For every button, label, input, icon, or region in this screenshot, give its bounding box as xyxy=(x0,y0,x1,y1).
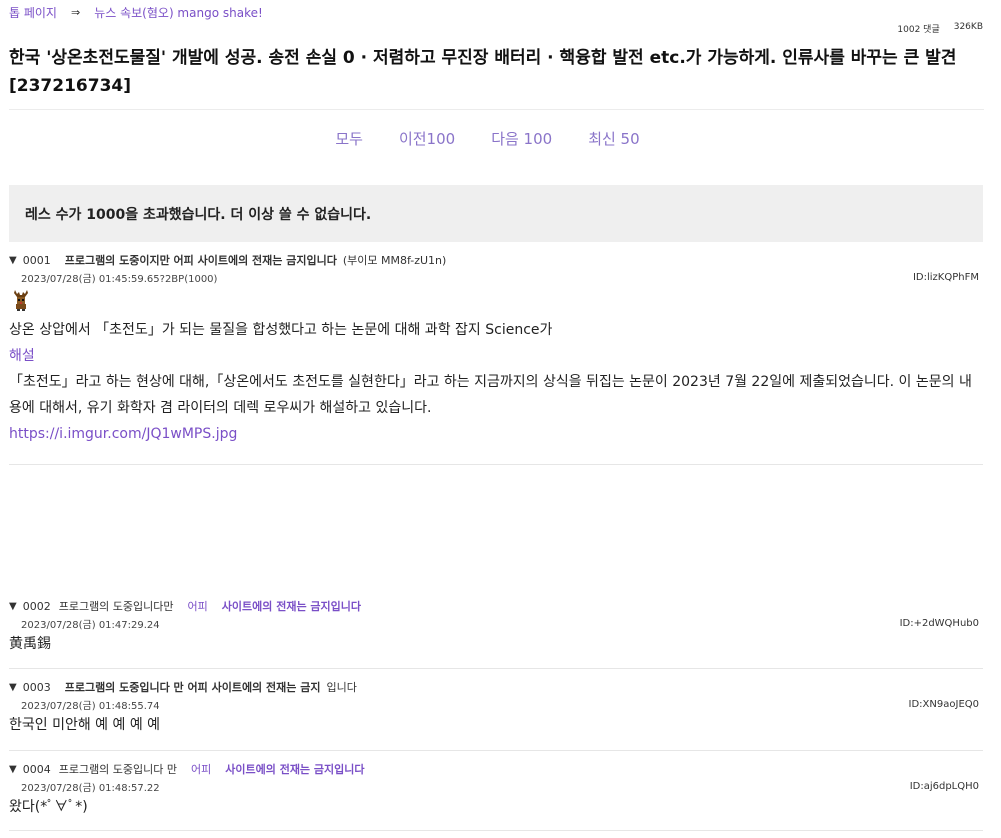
be-icon xyxy=(14,290,28,311)
post-date-row: 2023/07/28(금) 01:48:55.74 ID:XN9aoJEQ0 xyxy=(9,696,983,712)
post-date-row: 2023/07/28(금) 01:47:29.24 ID:+2dWQHub0 xyxy=(9,615,983,631)
pager-all-link[interactable]: 모두 xyxy=(335,128,363,149)
post-date: 2023/07/28(금) 01:47:29.24 xyxy=(21,619,160,631)
divider xyxy=(9,109,984,110)
top-page-link[interactable]: 톱 페이지 xyxy=(9,4,57,21)
post-date: 2023/07/28(금) 01:45:59.65?2BP(1000) xyxy=(21,273,218,285)
thread-size: 326KB xyxy=(953,22,983,32)
poster-id[interactable]: ID:XN9aoJEQ0 xyxy=(909,699,979,710)
expand-arrow-icon[interactable]: ▼ xyxy=(9,255,17,266)
post-date-row: 2023/07/28(금) 01:48:57.22 ID:aj6dpLQH0 xyxy=(9,778,983,794)
poster-name-tail: 입니다 xyxy=(326,681,357,694)
post-divider xyxy=(9,464,983,465)
post-body: 한국인 미안해 예 예 예 예 xyxy=(9,717,161,733)
pager: 모두 이전100 다음 100 최신 50 xyxy=(0,128,975,149)
poster-name-part: 사이트에의 전재는 금지입니다 xyxy=(221,600,361,613)
pager-next-link[interactable]: 다음 100 xyxy=(491,128,552,149)
top-nav: 톱 페이지 ⇒ 뉴스 속보(혐오) mango shake! xyxy=(0,0,1001,22)
post-number[interactable]: 0001 xyxy=(23,254,51,267)
board-link[interactable]: 뉴스 속보(혐오) mango shake! xyxy=(94,4,263,21)
poster-name: 프로그램의 도중이지만 어피 사이트에의 전재는 금지입니다 xyxy=(64,254,337,267)
post-number[interactable]: 0002 xyxy=(23,600,51,613)
image-link[interactable]: https://i.imgur.com/JQ1wMPS.jpg xyxy=(9,426,237,442)
closed-notice: 레스 수가 1000을 초과했습니다. 더 이상 쓸 수 없습니다. xyxy=(9,185,983,242)
poster-id[interactable]: ID:aj6dpLQH0 xyxy=(910,781,979,792)
post-divider xyxy=(9,668,983,669)
poster-id[interactable]: ID:lizKQPhFM xyxy=(913,272,979,283)
post-date: 2023/07/28(금) 01:48:57.22 xyxy=(21,782,160,794)
post-0002: ▼ 0002 프로그램의 도중입니다만 어피 사이트에의 전재는 금지입니다 2… xyxy=(9,597,983,657)
poster-name-part: 어피 xyxy=(187,600,208,613)
post-0004: ▼ 0004 프로그램의 도중입니다 만 어피 사이트에의 전재는 금지입니다 … xyxy=(9,760,983,820)
post-body: 왔다(*ﾟ∀ﾟ*) xyxy=(9,799,88,815)
post-number[interactable]: 0003 xyxy=(23,681,51,694)
post-divider xyxy=(9,750,983,751)
pager-prev-link[interactable]: 이전100 xyxy=(399,128,455,149)
post-divider xyxy=(9,830,983,831)
expand-arrow-icon[interactable]: ▼ xyxy=(9,601,17,612)
expand-arrow-icon[interactable]: ▼ xyxy=(9,764,17,775)
post-date: 2023/07/28(금) 01:48:55.74 xyxy=(21,700,160,712)
poster-name-part: 사이트에의 전재는 금지입니다 xyxy=(225,763,365,776)
post-header: ▼ 0002 프로그램의 도중입니다만 어피 사이트에의 전재는 금지입니다 xyxy=(9,597,983,615)
poster-name-part: 프로그램의 도중입니다 만 xyxy=(58,763,178,776)
comment-count: 1002 댓글 xyxy=(897,25,940,35)
poster-name-part: 어피 xyxy=(191,763,212,776)
post-body: 상온 상압에서 「초전도」가 되는 물질을 합성했다고 하는 논문에 대해 과학… xyxy=(9,317,983,447)
post-body: 黄禹錫 xyxy=(9,636,51,652)
post-text: 「초전도」라고 하는 현상에 대해,「상온에서도 초전도를 실현한다」라고 하는… xyxy=(9,374,972,416)
post-header: ▼ 0003 프로그램의 도중입니다 만 어피 사이트에의 전재는 금지 입니다 xyxy=(9,678,983,696)
post-0001: ▼ 0001 프로그램의 도중이지만 어피 사이트에의 전재는 금지입니다 (부… xyxy=(9,251,983,447)
thread-meta: 1002 댓글 326KB xyxy=(897,22,983,35)
breadcrumb-separator: ⇒ xyxy=(70,5,81,19)
poster-id[interactable]: ID:+2dWQHub0 xyxy=(900,618,979,629)
poster-name: 프로그램의 도중입니다 만 어피 사이트에의 전재는 금지 xyxy=(64,681,321,694)
post-header: ▼ 0001 프로그램의 도중이지만 어피 사이트에의 전재는 금지입니다 (부… xyxy=(9,251,983,269)
poster-name-part: 프로그램의 도중입니다만 xyxy=(58,600,174,613)
post-number[interactable]: 0004 xyxy=(23,763,51,776)
post-date-row: 2023/07/28(금) 01:45:59.65?2BP(1000) ID:l… xyxy=(9,269,983,285)
explanation-link[interactable]: 해설 xyxy=(9,348,35,364)
thread-title: 한국 '상온초전도물질' 개발에 성공. 송전 손실 0 · 저렴하고 무진장 … xyxy=(9,48,957,96)
post-0003: ▼ 0003 프로그램의 도중입니다 만 어피 사이트에의 전재는 금지 입니다… xyxy=(9,678,983,738)
expand-arrow-icon[interactable]: ▼ xyxy=(9,682,17,693)
poster-trip: (부이모 MM8f-zU1n) xyxy=(342,254,447,267)
post-text: 상온 상압에서 「초전도」가 되는 물질을 합성했다고 하는 논문에 대해 과학… xyxy=(9,322,553,338)
pager-latest-link[interactable]: 최신 50 xyxy=(588,128,639,149)
post-header: ▼ 0004 프로그램의 도중입니다 만 어피 사이트에의 전재는 금지입니다 xyxy=(9,760,983,778)
